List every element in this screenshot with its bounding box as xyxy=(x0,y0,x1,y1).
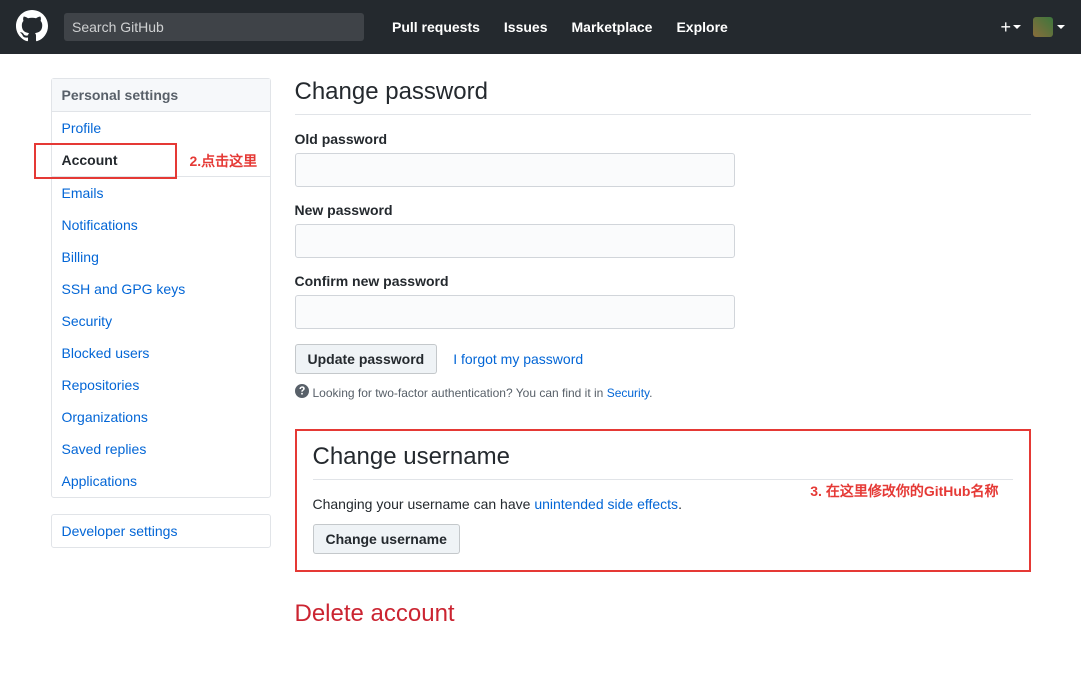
sidebar-item-ssh[interactable]: SSH and GPG keys xyxy=(52,273,270,305)
delete-account-title: Delete account xyxy=(295,600,1031,636)
question-circle-icon xyxy=(295,384,309,401)
nav-pull-requests[interactable]: Pull requests xyxy=(380,19,492,35)
sidebar-item-organizations[interactable]: Organizations xyxy=(52,401,270,433)
change-username-title: Change username xyxy=(313,443,1013,480)
tfa-note-text: Looking for two-factor authentication? Y… xyxy=(313,386,607,400)
new-password-label: New password xyxy=(295,202,1031,218)
user-menu-dropdown[interactable] xyxy=(1033,17,1065,37)
nav-explore[interactable]: Explore xyxy=(664,19,739,35)
annotation-step2-text: 2.点击这里 xyxy=(190,151,258,171)
change-password-title: Change password xyxy=(295,78,1031,115)
search-input[interactable] xyxy=(64,13,364,41)
sidebar-item-profile[interactable]: Profile xyxy=(52,112,270,144)
nav-marketplace[interactable]: Marketplace xyxy=(560,19,665,35)
change-username-section: Change username Changing your username c… xyxy=(295,429,1031,572)
nav-issues[interactable]: Issues xyxy=(492,19,560,35)
side-effects-link[interactable]: unintended side effects xyxy=(534,496,678,512)
create-new-dropdown[interactable]: + xyxy=(1000,17,1021,38)
github-logo-icon[interactable] xyxy=(16,10,48,45)
caret-down-icon xyxy=(1013,25,1021,33)
sidebar-item-billing[interactable]: Billing xyxy=(52,241,270,273)
caret-down-icon xyxy=(1057,25,1065,33)
sidebar-item-repositories[interactable]: Repositories xyxy=(52,369,270,401)
new-password-input[interactable] xyxy=(295,224,735,258)
forgot-password-link[interactable]: I forgot my password xyxy=(453,351,583,367)
sidebar-item-applications[interactable]: Applications xyxy=(52,465,270,497)
plus-icon: + xyxy=(1000,17,1011,38)
sidebar-item-security[interactable]: Security xyxy=(52,305,270,337)
annotation-step3-text: 3. 在这里修改你的GitHub名称 xyxy=(810,481,998,501)
sidebar-item-saved-replies[interactable]: Saved replies xyxy=(52,433,270,465)
change-username-button[interactable]: Change username xyxy=(313,524,460,554)
sidebar-item-emails[interactable]: Emails xyxy=(52,177,270,209)
tfa-security-link[interactable]: Security xyxy=(607,386,649,400)
username-desc-text: Changing your username can have xyxy=(313,496,535,512)
confirm-password-label: Confirm new password xyxy=(295,273,1031,289)
old-password-input[interactable] xyxy=(295,153,735,187)
sidebar-item-blocked[interactable]: Blocked users xyxy=(52,337,270,369)
update-password-button[interactable]: Update password xyxy=(295,344,438,374)
avatar xyxy=(1033,17,1053,37)
confirm-password-input[interactable] xyxy=(295,295,735,329)
menu-header: Personal settings xyxy=(52,79,270,112)
old-password-label: Old password xyxy=(295,131,1031,147)
sidebar-item-notifications[interactable]: Notifications xyxy=(52,209,270,241)
settings-menu: Personal settings Profile Account 2.点击这里… xyxy=(51,78,271,498)
sidebar-item-developer[interactable]: Developer settings xyxy=(52,515,270,547)
